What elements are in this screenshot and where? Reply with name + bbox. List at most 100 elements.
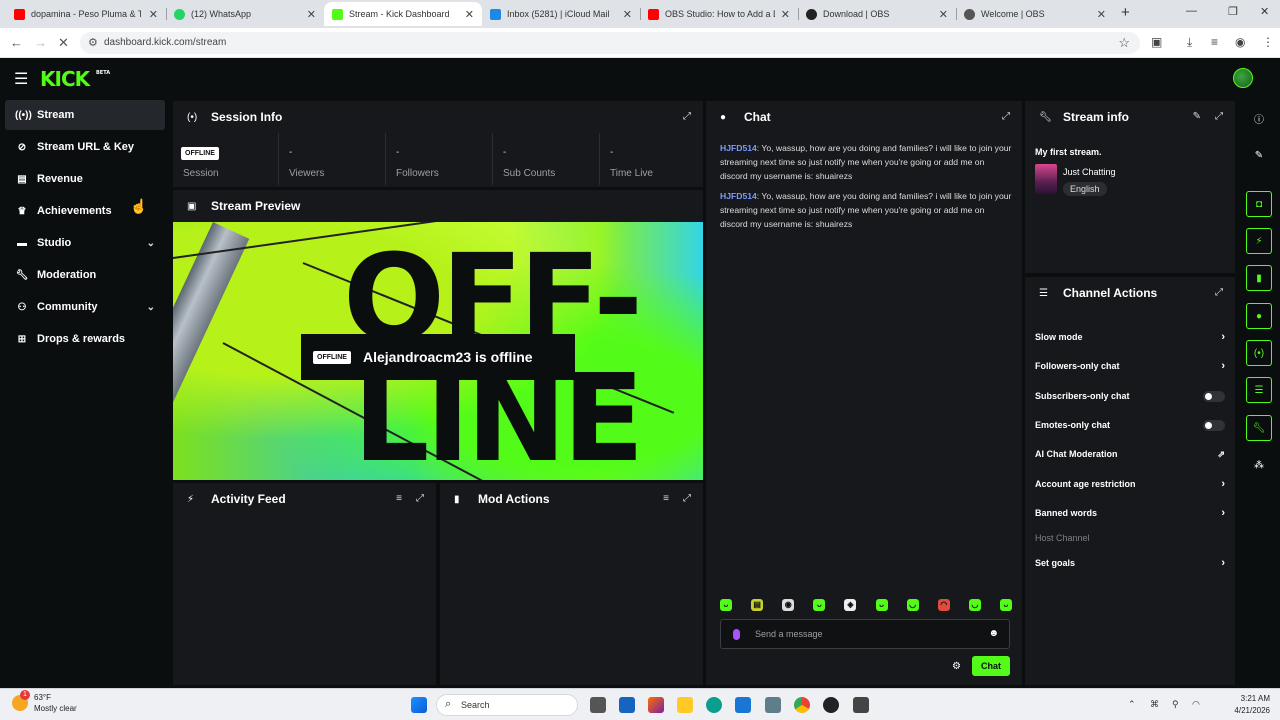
sidebar-toggle-icon[interactable]: ▣ (1151, 35, 1162, 49)
new-tab-icon[interactable]: + (1121, 4, 1130, 21)
browser-tab[interactable]: Inbox (5281) | iCloud Mail ✕ (482, 2, 640, 26)
sidebar-item-stream[interactable]: ((•)) Stream (5, 100, 165, 130)
site-info-icon[interactable]: ⚙ (88, 36, 98, 49)
browser-tab[interactable]: Welcome | OBS ✕ (956, 2, 1114, 26)
close-icon[interactable]: ✕ (623, 8, 632, 21)
browser-tab[interactable]: dopamina - Peso Pluma & Tito ✕ (6, 2, 166, 26)
browser-tab[interactable]: (12) WhatsApp ✕ (166, 2, 324, 26)
windows-start-icon[interactable] (411, 697, 427, 713)
channel-action-followers-only[interactable]: Followers-only chat › (1035, 356, 1225, 376)
chat-username[interactable]: HJFD514 (720, 143, 757, 153)
copilot-icon[interactable] (648, 697, 664, 713)
hamburger-menu-icon[interactable]: ☰ (14, 69, 28, 89)
url-field[interactable]: ⚙ dashboard.kick.com/stream ☆ (80, 32, 1140, 54)
channel-action-account-age[interactable]: Account age restriction › (1035, 474, 1225, 494)
browser-tab[interactable]: Download | OBS ✕ (798, 2, 956, 26)
edit-pencil-icon[interactable]: ✎ (1246, 142, 1272, 168)
close-window-icon[interactable]: ✕ (1260, 5, 1269, 18)
broadcast-icon[interactable]: (•) (1246, 340, 1272, 366)
emote-icon[interactable]: ▤ (751, 599, 764, 611)
emote-icon[interactable]: ᴗ (875, 599, 888, 611)
sidebar-item-studio[interactable]: ▬ Studio ⌄ (5, 228, 165, 258)
restore-icon[interactable]: ❐ (1228, 5, 1238, 18)
emote-icon[interactable]: ◈ (844, 599, 857, 611)
emote-icon[interactable]: ᴗ (813, 599, 826, 611)
edge-icon[interactable] (706, 697, 722, 713)
channel-action-set-goals[interactable]: Set goals › (1035, 553, 1225, 573)
list-icon[interactable]: ☰ (1246, 377, 1272, 403)
calculator-icon[interactable] (765, 697, 781, 713)
profile-icon[interactable]: ◉ (1235, 35, 1245, 49)
taskbar-search[interactable]: ⌕ Search (436, 694, 578, 716)
chat-settings-gear-icon[interactable]: ⚙ (952, 661, 961, 672)
expand-icon[interactable]: ⤢ (683, 111, 691, 122)
expand-icon[interactable]: ⤢ (1215, 287, 1223, 298)
close-icon[interactable]: ✕ (465, 8, 474, 21)
app-icon[interactable] (853, 697, 869, 713)
close-icon[interactable]: ✕ (149, 8, 158, 21)
outlook-icon[interactable] (735, 697, 751, 713)
emotes-only-toggle[interactable] (1203, 420, 1225, 431)
menu-dots-icon[interactable]: ⋮ (1262, 35, 1274, 49)
browser-tab-active[interactable]: Stream - Kick Dashboard ✕ (324, 2, 482, 26)
close-icon[interactable]: ✕ (1097, 8, 1106, 21)
sidebar-item-stream-url-key[interactable]: ⊘ Stream URL & Key (5, 132, 165, 162)
expand-icon[interactable]: ⤢ (416, 493, 424, 504)
download-icon[interactable]: ⤓ (1187, 35, 1192, 50)
clock[interactable]: 3:21 AM 4/21/2026 (1210, 693, 1270, 717)
document-icon[interactable]: ▮ (1246, 265, 1272, 291)
sidebar-item-community[interactable]: ⚇ Community ⌄ (5, 292, 165, 322)
sidebar-item-revenue[interactable]: ▤ Revenue (5, 164, 165, 194)
chevron-up-icon[interactable]: ⌃ (1128, 699, 1136, 710)
close-icon[interactable]: ✕ (781, 8, 790, 21)
expand-icon[interactable]: ⤢ (1002, 111, 1010, 122)
camera-icon[interactable]: ◘ (1246, 191, 1272, 217)
forward-icon[interactable]: → (34, 35, 47, 50)
edit-pencil-icon[interactable]: ✎ (1193, 111, 1201, 122)
chat-username[interactable]: HJFD514 (720, 191, 757, 201)
emote-icon[interactable]: ◡ (968, 599, 981, 611)
chat-bubble-icon[interactable]: ● (1246, 303, 1272, 329)
usb-icon[interactable]: ⚲ (1172, 699, 1179, 710)
reload-icon[interactable]: ✕ (58, 35, 69, 51)
filter-icon[interactable]: ≡ (663, 493, 669, 504)
expand-icon[interactable]: ⤢ (1215, 111, 1223, 122)
layout-icon[interactable]: ⁂ (1246, 452, 1272, 478)
wifi-icon[interactable]: ◠ (1192, 699, 1200, 710)
back-icon[interactable]: ← (10, 35, 23, 50)
microphone-icon[interactable] (733, 629, 740, 640)
channel-action-ai-moderation[interactable]: AI Chat Moderation ⇗ (1035, 444, 1225, 464)
chat-send-button[interactable]: Chat (972, 656, 1010, 676)
store-icon[interactable] (619, 697, 635, 713)
close-icon[interactable]: ✕ (307, 8, 316, 21)
emote-icon[interactable]: ᴗ (999, 599, 1012, 611)
file-explorer-icon[interactable] (677, 697, 693, 713)
info-icon[interactable]: ⓘ (1246, 105, 1272, 131)
emote-icon[interactable]: ◡ (906, 599, 919, 611)
bookmark-star-icon[interactable]: ☆ (1118, 35, 1130, 51)
emote-icon[interactable]: ◠ (937, 599, 950, 611)
channel-action-slow-mode[interactable]: Slow mode › (1035, 327, 1225, 347)
emote-icon[interactable]: ᴗ (720, 599, 732, 611)
task-view-icon[interactable] (590, 697, 606, 713)
chrome-icon[interactable] (794, 697, 810, 713)
subscribers-only-toggle[interactable] (1203, 391, 1225, 402)
lightning-icon[interactable]: ⚡︎ (1246, 228, 1272, 254)
minimize-icon[interactable]: — (1186, 5, 1197, 17)
browser-tab[interactable]: OBS Studio: How to Add a Disp ✕ (640, 2, 798, 26)
expand-icon[interactable]: ⤢ (683, 493, 691, 504)
emoji-picker-icon[interactable]: ☻ (988, 628, 999, 639)
obs-icon[interactable] (823, 697, 839, 713)
sidebar-item-moderation[interactable]: 🔧︎ Moderation (5, 260, 165, 290)
wrench-icon[interactable]: 🔧︎ (1246, 415, 1272, 441)
chat-message-input[interactable]: Send a message ☻ (720, 619, 1010, 649)
reading-list-icon[interactable]: ≡ (1211, 35, 1218, 49)
network-icon[interactable]: ⌘ (1150, 699, 1159, 710)
sidebar-item-drops-rewards[interactable]: ⊞ Drops & rewards (5, 324, 165, 354)
close-icon[interactable]: ✕ (939, 8, 948, 21)
channel-action-banned-words[interactable]: Banned words › (1035, 503, 1225, 523)
emote-icon[interactable]: ◉ (782, 599, 795, 611)
filter-icon[interactable]: ≡ (396, 493, 402, 504)
kick-logo[interactable]: KICK BETA (40, 67, 110, 91)
avatar[interactable] (1233, 68, 1253, 88)
